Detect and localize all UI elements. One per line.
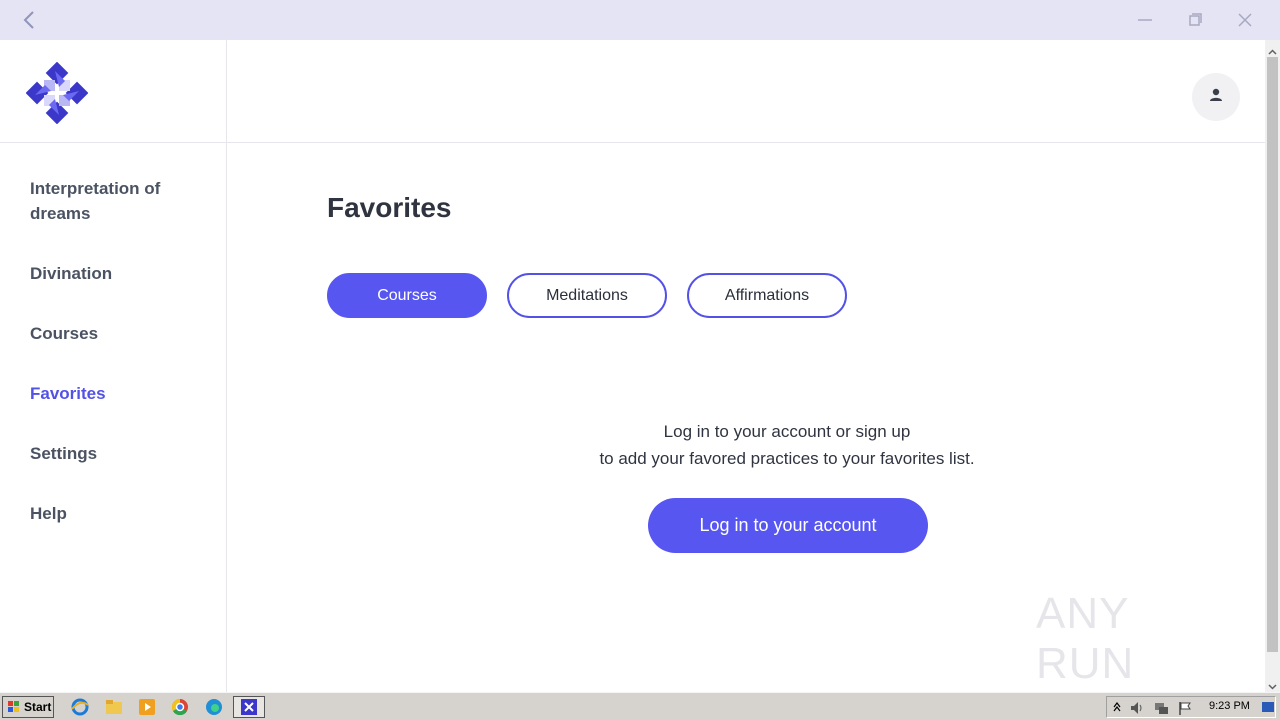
volume-icon[interactable]	[1129, 700, 1145, 720]
ie-icon[interactable]	[70, 697, 90, 717]
top-header	[227, 40, 1265, 143]
sidebar-item-settings[interactable]: Settings	[30, 441, 210, 466]
sidebar-item-favorites[interactable]: Favorites	[30, 381, 210, 406]
windows-flag-icon	[8, 701, 19, 712]
sidebar: Interpretation of dreams Divination Cour…	[0, 40, 227, 692]
vertical-scrollbar[interactable]	[1265, 40, 1280, 692]
close-icon[interactable]	[1233, 8, 1257, 32]
restore-icon[interactable]	[1183, 8, 1207, 32]
login-button[interactable]: Log in to your account	[648, 498, 928, 553]
sidebar-item-help[interactable]: Help	[30, 501, 210, 526]
tab-courses[interactable]: Courses	[327, 273, 487, 318]
sidebar-item-divination[interactable]: Divination	[30, 261, 210, 286]
tab-affirmations[interactable]: Affirmations	[687, 273, 847, 318]
page-title: Favorites	[327, 192, 452, 223]
app-icon	[240, 698, 258, 720]
app-logo[interactable]	[25, 61, 89, 125]
scrollbar-thumb[interactable]	[1267, 57, 1278, 652]
start-label: Start	[24, 700, 52, 714]
media-player-icon[interactable]	[137, 697, 157, 717]
system-tray	[1106, 696, 1276, 718]
edge-icon[interactable]	[204, 697, 224, 717]
scroll-up-icon[interactable]	[1268, 44, 1277, 55]
chrome-icon[interactable]	[170, 697, 190, 717]
watermark-text: ANY RUN	[1036, 589, 1135, 688]
tab-meditations[interactable]: Meditations	[507, 273, 667, 318]
login-prompt-line-1: Log in to your account or sign up	[663, 422, 911, 441]
action-center-flag-icon[interactable]	[1177, 700, 1193, 720]
minimize-icon[interactable]	[1133, 8, 1157, 32]
user-icon	[1208, 87, 1224, 108]
start-button[interactable]: Start	[2, 696, 54, 718]
scroll-down-icon[interactable]	[1268, 678, 1277, 690]
login-prompt-line-2: to add your favored practices to your fa…	[599, 449, 975, 468]
active-app-task[interactable]	[233, 696, 265, 718]
network-icon[interactable]	[1153, 700, 1169, 720]
user-avatar-button[interactable]	[1192, 73, 1240, 121]
window-titlebar	[0, 0, 1280, 40]
taskbar: Start 9:23 PM	[0, 692, 1280, 720]
show-desktop-icon[interactable]	[1261, 700, 1275, 719]
logo-area	[0, 40, 226, 143]
tray-expand-icon[interactable]	[1112, 700, 1122, 719]
watermark: ANY RUN	[1036, 589, 1236, 688]
sidebar-item-interpretation-of-dreams[interactable]: Interpretation of dreams	[30, 176, 210, 226]
back-icon[interactable]	[18, 8, 42, 32]
sidebar-item-courses[interactable]: Courses	[30, 321, 210, 346]
explorer-icon[interactable]	[104, 697, 124, 717]
taskbar-clock: 9:23 PM	[1209, 700, 1250, 712]
